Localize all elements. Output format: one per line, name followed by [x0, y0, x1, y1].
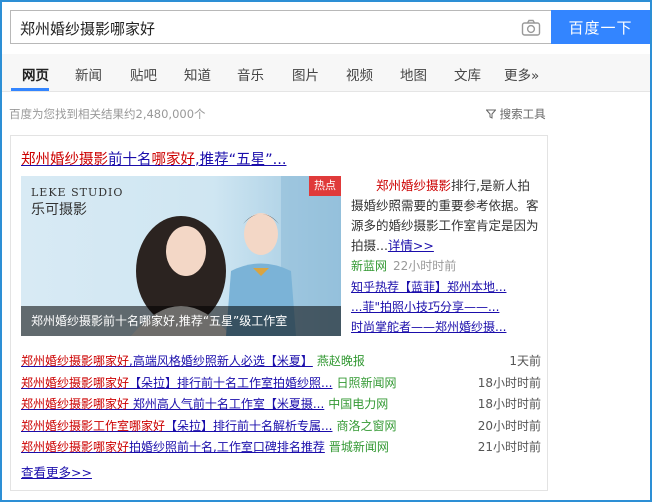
news-title[interactable]: 郑州婚纱摄影哪家好拍婚纱照前十名,工作室口碑排名推荐	[21, 440, 325, 454]
side-links: 知乎热荐【蓝菲】郑州本地... ...菲"拍照小技巧分享——... 时尚掌舵者—…	[351, 277, 541, 337]
news-item: 郑州婚纱摄影哪家好【朵拉】排行前十名工作室拍婚纱照... 日照新闻网 18小时时前	[21, 373, 541, 395]
search-button[interactable]: 百度一下	[551, 10, 650, 44]
search-tabs: 网页 新闻 贴吧 知道 音乐 图片 视频 地图 文库 更多»	[2, 54, 650, 92]
news-source: 中国电力网	[328, 397, 389, 411]
side-link[interactable]: 时尚掌舵者——郑州婚纱摄...	[351, 317, 541, 337]
tab-news[interactable]: 新闻	[75, 64, 102, 84]
news-source: 燕赵晚报	[316, 354, 365, 368]
studio-logo: LEKE STUDIO 乐可摄影	[31, 186, 124, 218]
news-title[interactable]: 郑州婚纱摄影哪家好【朵拉】排行前十名工作室拍婚纱照...	[21, 376, 332, 390]
details-link[interactable]: 详情>>	[388, 238, 434, 253]
side-link[interactable]: ...菲"拍照小技巧分享——...	[351, 297, 541, 317]
tab-zhidao[interactable]: 知道	[184, 64, 211, 84]
news-card: 郑州婚纱摄影前十名哪家好,推荐“五星”... LEKE STUDIO 乐可摄影 …	[10, 135, 548, 491]
tab-map[interactable]: 地图	[400, 64, 427, 84]
tab-images[interactable]: 图片	[292, 64, 319, 84]
search-tools-label: 搜索工具	[499, 107, 546, 121]
search-tools-button[interactable]: 搜索工具	[485, 106, 546, 122]
news-time: 18小时时前	[477, 375, 541, 390]
card-title-keyword: 郑州婚纱摄影	[21, 152, 108, 168]
news-list: 郑州婚纱摄影哪家好,高端风格婚纱照新人必选【米夏】 燕赵晚报 1天前 郑州婚纱摄影…	[21, 351, 541, 459]
camera-icon[interactable]	[521, 19, 541, 37]
news-item: 郑州婚纱摄影哪家好,高端风格婚纱照新人必选【米夏】 燕赵晚报 1天前	[21, 351, 541, 373]
news-title[interactable]: 郑州婚纱摄影哪家好,高端风格婚纱照新人必选【米夏】	[21, 354, 313, 368]
news-source: 晋城新闻网	[328, 440, 389, 454]
search-bar: 百度一下	[10, 10, 650, 44]
search-box[interactable]	[10, 10, 551, 44]
filter-icon	[485, 107, 500, 121]
news-source: 商洛之窗网	[336, 418, 397, 433]
tab-wenku[interactable]: 文库	[454, 64, 481, 84]
news-title[interactable]: 郑州婚纱摄影哪家好 郑州高人气前十名工作室【米夏摄...	[21, 397, 324, 411]
tab-music[interactable]: 音乐	[237, 64, 264, 84]
active-tab-indicator	[11, 88, 49, 91]
news-time: 1天前	[509, 354, 541, 368]
card-title[interactable]: 郑州婚纱摄影前十名哪家好,推荐“五星”...	[21, 148, 286, 169]
news-time: 20小时时前	[477, 418, 541, 433]
card-title-keyword-2: 哪家好	[151, 152, 196, 168]
tab-video[interactable]: 视频	[346, 64, 373, 84]
banner-image[interactable]: LEKE STUDIO 乐可摄影 热点 郑州婚纱摄影前十名哪家好,推荐“五星”级…	[21, 176, 341, 336]
card-source: 新蓝网 22小时时前	[351, 259, 457, 273]
news-time: 21小时时前	[477, 440, 541, 454]
news-item: 郑州婚纱摄影哪家好 郑州高人气前十名工作室【米夏摄... 中国电力网 18小时时前	[21, 394, 541, 416]
more-link[interactable]: 查看更多>>	[21, 462, 92, 481]
side-link[interactable]: 知乎热荐【蓝菲】郑州本地...	[351, 277, 541, 297]
news-time: 18小时时前	[477, 397, 541, 411]
news-source: 日照新闻网	[336, 375, 397, 390]
tab-web[interactable]: 网页	[22, 64, 49, 84]
news-title[interactable]: 郑州婚纱摄影工作室哪家好【朵拉】排行前十名解析专属...	[21, 419, 332, 433]
tab-more[interactable]: 更多»	[504, 64, 539, 84]
result-stats: 百度为您找到相关结果约2,480,000个	[9, 107, 206, 121]
search-input[interactable]	[20, 17, 500, 39]
card-snippet: 郑州婚纱摄影排行,是新人拍摄婚纱照需要的重要参考依据。客源多的婚纱摄影工作室肯定…	[351, 178, 539, 253]
news-item: 郑州婚纱摄影哪家好拍婚纱照前十名,工作室口碑排名推荐 晋城新闻网 21小时时前	[21, 437, 541, 459]
hot-badge: 热点	[309, 176, 341, 196]
tab-tieba[interactable]: 贴吧	[130, 64, 157, 84]
card-title-text: 前十名	[108, 152, 152, 168]
card-title-text-2: ,推荐“五星”...	[195, 152, 287, 168]
news-item: 郑州婚纱摄影工作室哪家好【朵拉】排行前十名解析专属... 商洛之窗网 20小时时前	[21, 416, 541, 438]
banner-caption: 郑州婚纱摄影前十名哪家好,推荐“五星”级工作室	[21, 306, 341, 336]
